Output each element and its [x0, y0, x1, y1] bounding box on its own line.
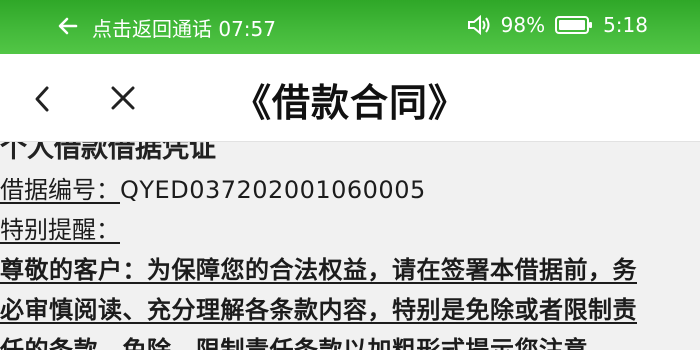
speaker-icon [467, 14, 490, 36]
special-notice-label: 特别提醒： [0, 216, 120, 244]
status-bar: 点击返回通话 07:57 98% 5:18 [0, 0, 700, 54]
notice-body-line: 必审慎阅读、充分理解各条款内容，特别是免除或者限制责 [0, 296, 637, 324]
notice-line: 特别提醒： [0, 210, 120, 245]
reference-number: QYED037202001060005 [120, 176, 426, 204]
notice-body-line: 任的条款，免除、限制责任条款以加粗形式提示您注意。 [0, 336, 613, 350]
back-arrow-icon[interactable] [56, 14, 80, 38]
page-title: 《借款合同》 [232, 81, 467, 125]
reference-label: 借据编号： [0, 176, 120, 204]
battery-icon [555, 16, 593, 34]
battery-percent: 98% [500, 13, 546, 37]
status-indicators: 98% 5:18 [467, 13, 648, 37]
reference-line: 借据编号：QYED037202001060005 [0, 170, 426, 205]
clock: 5:18 [603, 13, 648, 37]
contract-document: 个人借款借据凭证 借据编号：QYED037202001060005 特别提醒： … [0, 142, 700, 350]
document-heading: 个人借款借据凭证 [0, 142, 216, 164]
return-to-call-link[interactable]: 点击返回通话 07:57 [92, 13, 276, 42]
navigation-bar: 《借款合同》 [0, 54, 700, 142]
notice-body-line: 尊敬的客户：为保障您的合法权益，请在签署本借据前，务 [0, 256, 637, 284]
